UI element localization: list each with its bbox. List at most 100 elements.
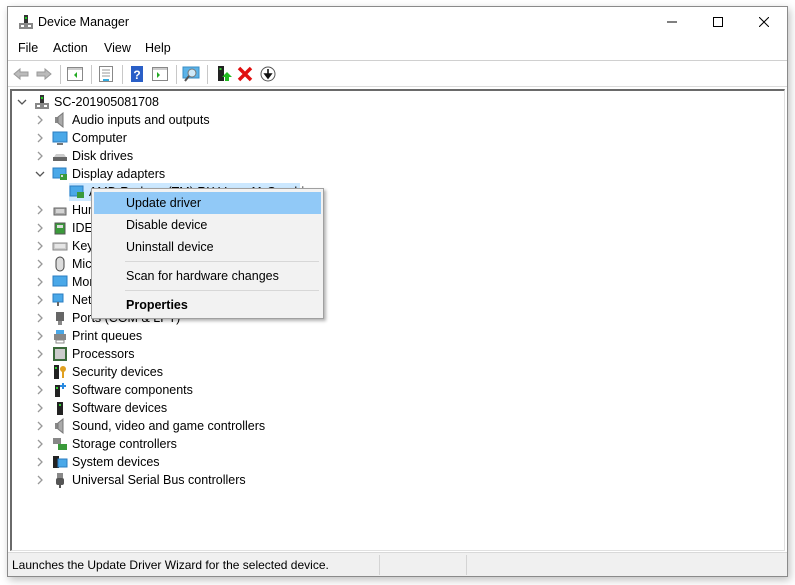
tree-root[interactable]: SC-201905081708 <box>34 93 159 111</box>
tree-item-label: Audio inputs and outputs <box>72 113 210 127</box>
menu-action[interactable]: Action <box>53 41 88 55</box>
chevron-right-icon[interactable] <box>35 331 45 341</box>
tree-item-label: Display adapters <box>72 167 166 181</box>
hid-icon <box>53 207 67 216</box>
close-button[interactable] <box>741 7 787 37</box>
status-bar: Launches the Update Driver Wizard for th… <box>8 552 787 576</box>
toolbar-separator <box>91 65 92 84</box>
chevron-right-icon[interactable] <box>35 439 45 449</box>
back-icon[interactable] <box>12 65 30 83</box>
menu-view[interactable]: View <box>104 41 131 55</box>
display-adapter-icon <box>52 167 67 180</box>
chevron-right-icon[interactable] <box>35 259 45 269</box>
menu-item-scan-hardware[interactable]: Scan for hardware changes <box>94 265 321 287</box>
svg-text:?: ? <box>133 68 140 82</box>
window-title: Device Manager <box>38 15 130 29</box>
chevron-right-icon[interactable] <box>35 313 45 323</box>
speaker-icon <box>55 112 64 128</box>
tree-item[interactable]: Sound, video and game controllers <box>52 417 265 435</box>
context-menu: Update driver Disable device Uninstall d… <box>91 188 324 319</box>
menu-separator <box>125 261 319 262</box>
menu-item-disable-device[interactable]: Disable device <box>94 214 321 236</box>
tree-item-label: Disk drives <box>72 149 134 163</box>
chevron-right-icon[interactable] <box>35 151 45 161</box>
toolbar-separator <box>60 65 61 84</box>
chevron-right-icon[interactable] <box>35 115 45 125</box>
tree-item-label: Print queues <box>72 329 143 343</box>
tree-item[interactable]: Audio inputs and outputs <box>52 111 210 129</box>
chevron-down-icon[interactable] <box>35 169 45 179</box>
menu-item-properties[interactable]: Properties <box>94 294 321 316</box>
software-device-icon <box>57 402 63 415</box>
menu-bar: File Action View Help <box>8 37 787 59</box>
port-icon <box>56 312 64 325</box>
disable-device-icon[interactable] <box>259 65 277 83</box>
menu-separator <box>125 290 319 291</box>
tree-root-label: SC-201905081708 <box>54 95 159 109</box>
toolbar-separator <box>122 65 123 84</box>
chevron-right-icon[interactable] <box>35 277 45 287</box>
processor-icon <box>53 347 67 361</box>
chevron-right-icon[interactable] <box>35 349 45 359</box>
tree-item-label: Universal Serial Bus controllers <box>72 473 246 487</box>
tree-item[interactable]: Storage controllers <box>52 435 177 453</box>
chevron-right-icon[interactable] <box>35 295 45 305</box>
tree-item[interactable]: Display adapters <box>52 165 165 183</box>
properties-icon[interactable] <box>97 65 115 83</box>
display-adapter-icon <box>69 185 84 198</box>
show-hide-console-tree-icon[interactable] <box>66 65 84 83</box>
tree-item[interactable]: Universal Serial Bus controllers <box>52 471 246 489</box>
help-icon[interactable]: ? <box>128 65 146 83</box>
chevron-right-icon[interactable] <box>35 241 45 251</box>
forward-icon[interactable] <box>35 65 53 83</box>
device-tree: SC-201905081708 Audio inputs and outputs… <box>10 89 785 551</box>
toolbar-separator <box>207 65 208 84</box>
title-bar: Device Manager <box>8 7 787 37</box>
minimize-button[interactable] <box>649 7 695 37</box>
menu-help[interactable]: Help <box>145 41 171 55</box>
toolbar: ? <box>8 60 787 87</box>
close-icon <box>759 17 769 27</box>
tree-item-label: Processors <box>72 347 135 361</box>
sound-icon <box>55 418 64 434</box>
menu-file[interactable]: File <box>18 41 38 55</box>
chevron-right-icon[interactable] <box>35 457 45 467</box>
menu-item-update-driver[interactable]: Update driver <box>94 192 321 214</box>
computer-root-icon <box>35 95 49 109</box>
tree-item[interactable]: Software devices <box>52 399 167 417</box>
chevron-down-icon[interactable] <box>17 97 27 107</box>
status-divider <box>379 555 380 575</box>
chevron-right-icon[interactable] <box>35 205 45 215</box>
tree-item[interactable]: Disk drives <box>52 147 133 165</box>
chevron-right-icon[interactable] <box>35 223 45 233</box>
uninstall-device-icon[interactable] <box>236 65 254 83</box>
show-action-pane-icon[interactable] <box>151 65 169 83</box>
tree-item-label: Sound, video and game controllers <box>72 419 266 433</box>
toolbar-separator <box>176 65 177 84</box>
maximize-button[interactable] <box>695 7 741 37</box>
tree-item[interactable]: System devices <box>52 453 160 471</box>
disk-drive-icon <box>53 154 67 161</box>
mouse-icon <box>55 256 65 272</box>
security-device-icon <box>54 365 66 379</box>
chevron-right-icon[interactable] <box>35 367 45 377</box>
scan-hardware-icon[interactable] <box>182 65 200 83</box>
tree-item[interactable]: Security devices <box>52 363 163 381</box>
minimize-icon <box>667 21 677 23</box>
chevron-right-icon[interactable] <box>35 133 45 143</box>
tree-item[interactable]: Software components <box>52 381 193 399</box>
tree-item-label: Security devices <box>72 365 164 379</box>
tree-item[interactable]: Print queues <box>52 327 142 345</box>
menu-item-uninstall-device[interactable]: Uninstall device <box>94 236 321 258</box>
keyboard-icon <box>52 242 68 251</box>
update-driver-icon[interactable] <box>214 65 232 83</box>
tree-item[interactable]: Processors <box>52 345 135 363</box>
chevron-right-icon[interactable] <box>35 421 45 431</box>
tree-item-label: Storage controllers <box>72 437 177 451</box>
chevron-right-icon[interactable] <box>35 475 45 485</box>
network-icon <box>52 293 64 306</box>
chevron-right-icon[interactable] <box>35 385 45 395</box>
chevron-right-icon[interactable] <box>35 403 45 413</box>
ide-icon <box>54 222 66 235</box>
tree-item[interactable]: Computer <box>52 129 127 147</box>
